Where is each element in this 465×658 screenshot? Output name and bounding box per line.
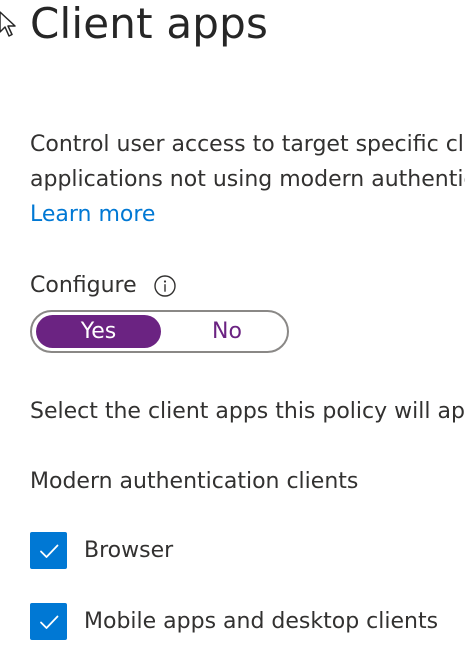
page-title: Client apps <box>30 0 269 48</box>
browser-checkbox-row[interactable]: Browser <box>30 532 173 569</box>
mobile-desktop-checkbox-label: Mobile apps and desktop clients <box>84 609 439 634</box>
modern-auth-heading: Modern authentication clients <box>30 469 359 494</box>
info-icon[interactable] <box>153 274 177 298</box>
mouse-cursor-icon <box>0 11 16 37</box>
page-description: Control user access to target specific c… <box>30 127 465 197</box>
description-line-1: Control user access to target specific c… <box>30 132 465 157</box>
learn-more-link[interactable]: Learn more <box>30 197 155 232</box>
mobile-desktop-checkbox-row[interactable]: Mobile apps and desktop clients <box>30 603 438 640</box>
description-line-2: applications not using modern authentica… <box>30 167 465 192</box>
browser-checkbox-label: Browser <box>84 538 174 563</box>
browser-checkbox[interactable] <box>30 532 67 569</box>
mobile-desktop-checkbox[interactable] <box>30 603 67 640</box>
configure-label: Configure <box>30 273 137 298</box>
toggle-yes-button[interactable]: Yes <box>36 315 161 348</box>
checkmark-icon <box>39 615 58 629</box>
checkmark-icon <box>39 544 58 558</box>
configure-row: Configure <box>30 268 177 303</box>
toggle-no-button[interactable]: No <box>177 315 277 348</box>
configure-toggle: Yes No <box>30 310 289 353</box>
select-client-apps-text: Select the client apps this policy will … <box>30 399 465 424</box>
